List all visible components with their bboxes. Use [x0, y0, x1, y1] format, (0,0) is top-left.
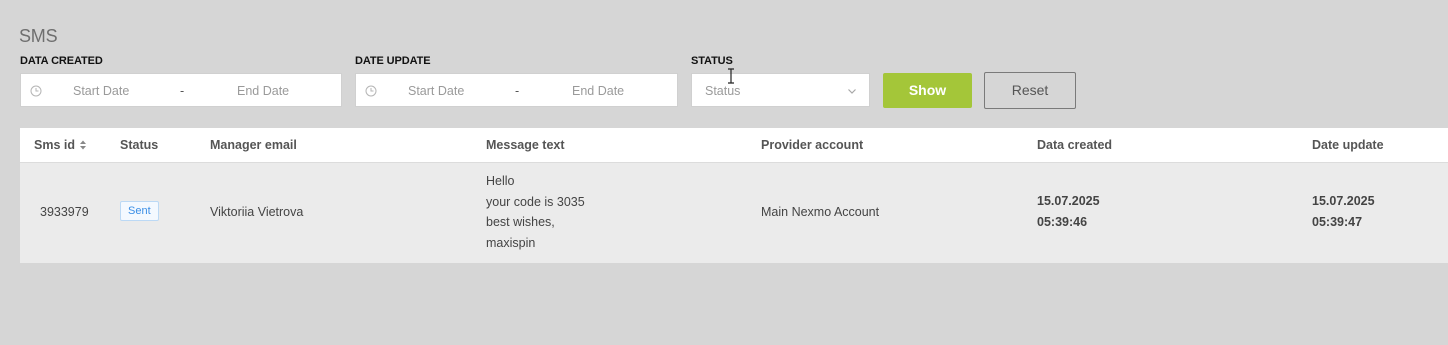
message-text-cell: Hello your code is 3035 best wishes, max… — [486, 171, 585, 254]
column-header-date-update: Date update — [1312, 138, 1384, 152]
sort-icon[interactable] — [79, 139, 87, 151]
message-line: best wishes, — [486, 215, 555, 230]
message-line: Hello — [486, 174, 515, 188]
column-header-data-created: Data created — [1037, 138, 1113, 152]
data-created-label: DATA CREATED — [20, 55, 103, 67]
page-title: SMS — [19, 26, 58, 46]
date-update-range-picker[interactable]: Start Date - End Date — [355, 73, 678, 107]
data-created-cell: 15.07.2025 05:39:46 — [1037, 191, 1100, 233]
date-update-time: 05:39:47 — [1312, 215, 1363, 229]
reset-button[interactable]: Reset — [984, 72, 1076, 109]
data-created-date: 15.07.2025 — [1037, 194, 1100, 208]
chevron-down-icon — [848, 89, 856, 94]
column-header-manager-email: Manager email — [210, 138, 297, 152]
data-created-range-picker[interactable]: Start Date - End Date — [20, 73, 342, 107]
message-line: maxispin — [486, 236, 536, 251]
table-header: Sms id Status Manager email Message text… — [20, 128, 1448, 163]
status-filter-label: STATUS — [691, 55, 733, 67]
status-badge: Sent — [120, 201, 159, 221]
column-header-status: Status — [120, 138, 159, 152]
show-button[interactable]: Show — [883, 73, 972, 108]
message-line: your code is 3035 — [486, 194, 585, 209]
column-header-label: Sms id — [34, 138, 75, 152]
column-header-provider-account: Provider account — [761, 138, 864, 152]
text-cursor-icon — [728, 68, 734, 84]
column-header-sms-id[interactable]: Sms id — [34, 138, 87, 152]
range-separator: - — [515, 84, 520, 98]
clock-icon — [365, 85, 377, 97]
data-created-end-input[interactable]: End Date — [237, 84, 289, 98]
sms-id-cell: 3933979 — [40, 205, 89, 219]
date-update-date: 15.07.2025 — [1312, 194, 1375, 208]
date-update-label: DATE UPDATE — [355, 55, 431, 67]
status-select[interactable]: Status — [691, 73, 870, 107]
data-created-start-input[interactable]: Start Date — [73, 84, 129, 98]
table-row: 3933979 Sent Viktoriia Vietrova Hello yo… — [20, 163, 1448, 263]
clock-icon — [30, 85, 42, 97]
date-update-end-input[interactable]: End Date — [572, 84, 624, 98]
data-created-time: 05:39:46 — [1037, 215, 1088, 229]
sms-table: Sms id Status Manager email Message text… — [20, 128, 1448, 263]
manager-email-cell: Viktoriia Vietrova — [210, 205, 304, 219]
date-update-start-input[interactable]: Start Date — [408, 84, 464, 98]
status-select-placeholder: Status — [705, 84, 741, 98]
provider-account-cell: Main Nexmo Account — [761, 205, 880, 219]
range-separator: - — [180, 84, 185, 98]
column-header-message-text: Message text — [486, 138, 565, 152]
date-update-cell: 15.07.2025 05:39:47 — [1312, 191, 1375, 233]
